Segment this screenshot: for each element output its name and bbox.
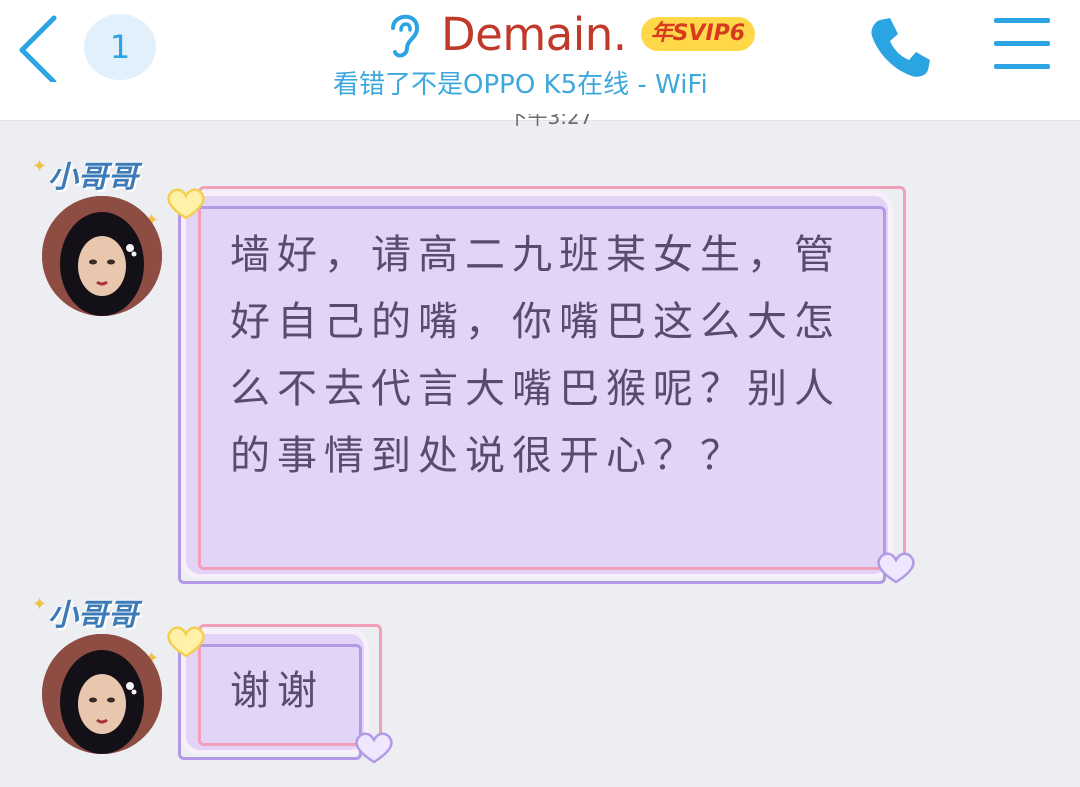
message-bubble[interactable]: 谢谢: [186, 634, 364, 750]
heart-yellow-icon: [167, 626, 205, 658]
chat-header: 1 Demain. 年SVIP6 看错了不是OPPO K5在线 - WiFi: [0, 0, 1080, 121]
avatar-portrait-icon: [42, 196, 162, 316]
unread-count-badge[interactable]: 1: [84, 14, 156, 80]
avatar[interactable]: [42, 634, 162, 754]
heart-yellow-icon: [167, 188, 205, 220]
sender-nickname: 小哥哥: [48, 160, 138, 195]
call-button[interactable]: [868, 14, 934, 80]
phone-icon: [871, 18, 930, 77]
back-button[interactable]: [14, 12, 64, 85]
sender-avatar-group[interactable]: ✦ 小哥哥 ✦: [32, 590, 162, 760]
title-row: Demain. 年SVIP6: [385, 4, 756, 64]
menu-icon: [994, 18, 1050, 23]
heart-purple-icon: [355, 732, 393, 764]
vip-badge: 年SVIP6: [640, 17, 756, 51]
sender-nickname: 小哥哥: [48, 598, 138, 633]
star-decoration-icon: ✦: [32, 156, 48, 177]
heart-purple-icon: [877, 552, 915, 584]
avatar-portrait-icon: [42, 634, 162, 754]
online-status: 看错了不是OPPO K5在线 - WiFi: [333, 70, 708, 100]
sender-avatar-group[interactable]: ✦ 小哥哥 ✦: [32, 152, 162, 322]
ear-icon[interactable]: [385, 8, 425, 60]
message-text: 谢谢: [230, 668, 324, 714]
star-decoration-icon: ✦: [32, 594, 48, 615]
time-divider: 下午3:27: [507, 114, 593, 128]
message-bubble[interactable]: 墙好，请高二九班某女生，管好自己的嘴，你嘴巴这么大怎么不去代言大嘴巴猴呢？别人的…: [186, 196, 888, 574]
avatar[interactable]: [42, 196, 162, 316]
contact-name[interactable]: Demain.: [441, 8, 627, 61]
message-text: 墙好，请高二九班某女生，管好自己的嘴，你嘴巴这么大怎么不去代言大嘴巴猴呢？别人的…: [230, 232, 841, 479]
chevron-left-icon: [19, 15, 57, 85]
menu-button[interactable]: [994, 18, 1050, 70]
